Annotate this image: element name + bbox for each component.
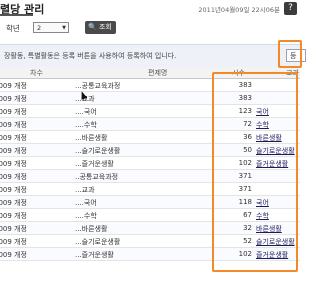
- search-button[interactable]: 🔍 조회: [85, 21, 116, 34]
- cell-year: 2009 개정: [0, 95, 27, 103]
- cell-name: ....국어: [75, 108, 97, 116]
- filter-bar: 학년 2 ▼ 🔍 조회: [0, 21, 300, 37]
- cell-year: 2009 개정: [0, 160, 27, 168]
- cell-year: 2009 개정: [0, 238, 27, 246]
- cell-year: 2009 개정: [0, 121, 27, 129]
- cell-year: 2009 개정: [0, 212, 27, 220]
- chevron-down-icon: ▼: [62, 25, 66, 31]
- cell-name: ...슬기로운생활: [75, 238, 121, 246]
- cell-name: ...바른생활: [75, 134, 108, 142]
- cell-name: ...슬기로운생활: [75, 147, 121, 155]
- cell-year: 2009 개정: [0, 251, 27, 259]
- column-header-name[interactable]: 편제명: [148, 68, 167, 78]
- datetime-text: 2011년04월09일 22시06분: [198, 6, 280, 14]
- grade-select-value: 2: [37, 24, 42, 32]
- cell-name: ...즐거운생활: [75, 160, 114, 168]
- search-button-label: 조회: [98, 23, 112, 31]
- cell-name: ....수학: [75, 212, 97, 220]
- page-title: 렬당 관리: [0, 3, 45, 16]
- cell-year: 2009 개정: [0, 108, 27, 116]
- register-highlight-box: [278, 40, 302, 68]
- search-icon: 🔍: [88, 23, 97, 31]
- cell-year: 2009 개정: [0, 134, 27, 142]
- cell-year: 2009 개정: [0, 173, 27, 181]
- cell-name: ....수학: [75, 121, 97, 129]
- cell-name: ....국어: [75, 199, 97, 207]
- cell-year: 2009 개정: [0, 82, 27, 90]
- cell-name: ...교과: [75, 186, 95, 194]
- cell-name: ...바른생활: [75, 225, 108, 233]
- cell-year: 2009 개정: [0, 147, 27, 155]
- cell-year: 2009 개정: [0, 225, 27, 233]
- help-icon[interactable]: ?: [284, 2, 297, 15]
- cell-name: ...공통교육과정: [75, 82, 121, 90]
- top-bar: 렬당 관리 2011년04월09일 22시06분 ?: [0, 0, 300, 16]
- notice-bar: 장활동, 특별활동은 등록 버튼을 사용하여 등록하여 입니다. 등: [0, 44, 306, 68]
- cell-year: 2009 개정: [0, 186, 27, 194]
- hours-subject-highlight-box: [212, 72, 298, 272]
- grade-select[interactable]: 2 ▼: [33, 22, 69, 33]
- cell-year: 2009 개정: [0, 199, 27, 207]
- grade-label: 학년: [6, 24, 20, 33]
- cell-name: ..공통교육과정: [75, 173, 119, 181]
- cell-name: ...즐거운생활: [75, 251, 114, 259]
- notice-text: 장활동, 특별활동은 등록 버튼을 사용하여 등록하여 입니다.: [4, 52, 177, 60]
- column-header-year[interactable]: 차수: [30, 68, 43, 78]
